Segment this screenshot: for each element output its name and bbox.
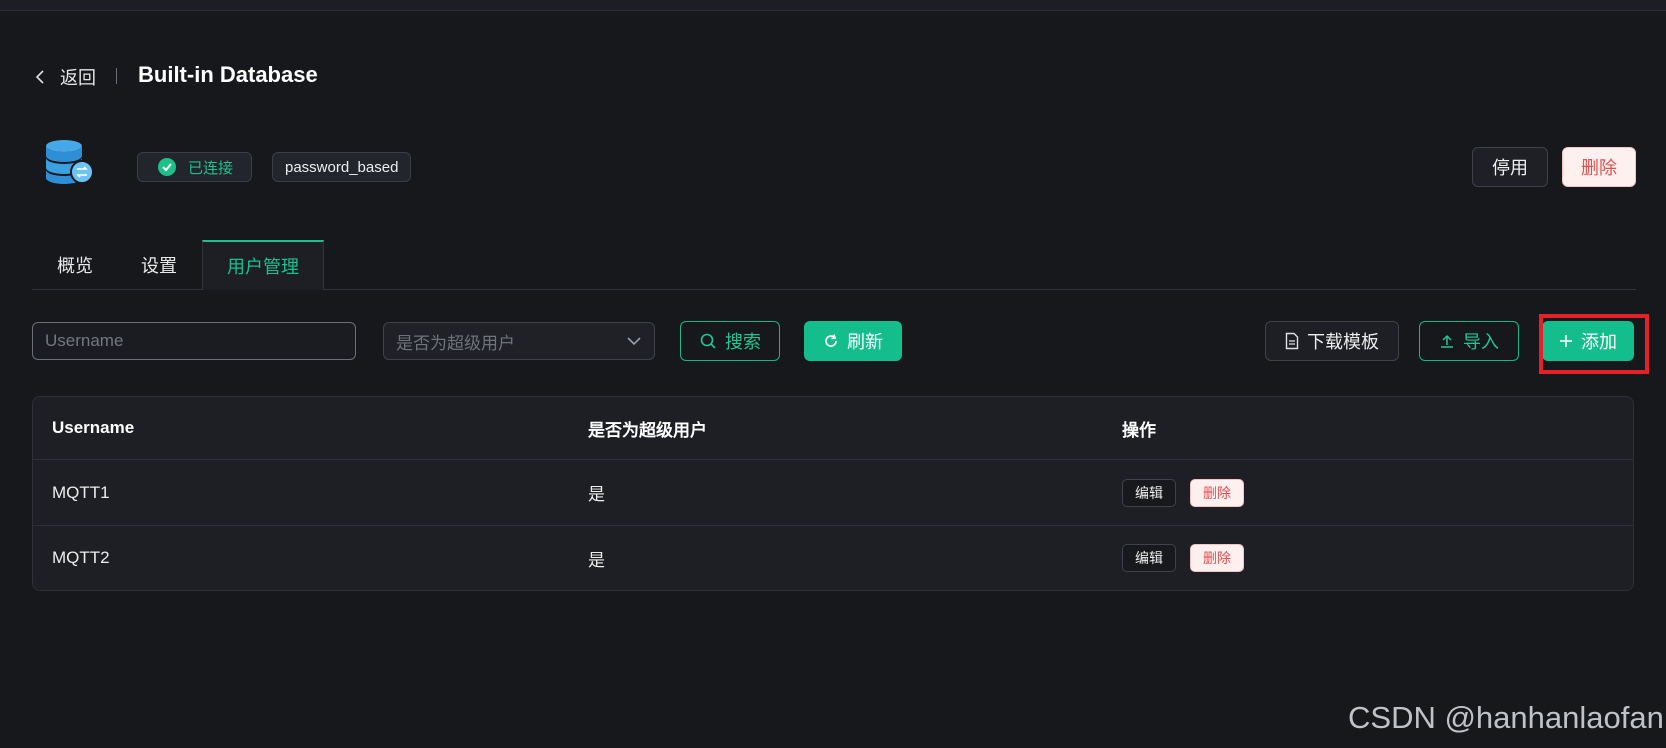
superuser-select[interactable]: 是否为超级用户: [383, 322, 655, 360]
refresh-button[interactable]: 刷新: [804, 321, 902, 361]
column-header-username: Username: [52, 418, 135, 437]
superuser-cell: 是: [588, 485, 605, 504]
upload-icon: [1441, 334, 1453, 348]
tab-settings[interactable]: 设置: [126, 240, 192, 290]
database-icon: [46, 140, 94, 184]
search-icon: [700, 333, 716, 349]
mechanism-badge: password_based: [272, 152, 412, 182]
back-label: 返回: [60, 68, 96, 88]
import-label: 导入: [1463, 332, 1499, 352]
search-button[interactable]: 搜索: [680, 321, 780, 361]
check-circle-icon: [158, 158, 176, 176]
table-row: MQTT1 是 编辑 删除: [33, 460, 1633, 526]
row-delete-button[interactable]: 删除: [1190, 478, 1244, 507]
chevron-down-icon: [627, 337, 641, 346]
actions-cell: 编辑 删除: [1122, 460, 1244, 525]
highlight-box: [1539, 314, 1649, 374]
username-search-input[interactable]: [32, 322, 356, 360]
refresh-label: 刷新: [847, 332, 883, 352]
column-header-actions: 操作: [1122, 420, 1156, 440]
username-cell: MQTT2: [52, 548, 110, 567]
disable-button[interactable]: 停用: [1472, 147, 1548, 187]
watermark: CSDN @hanhanlaofan: [1348, 700, 1664, 735]
download-template-button[interactable]: 下载模板: [1265, 321, 1399, 361]
document-icon: [1285, 332, 1299, 350]
tab-user-management[interactable]: 用户管理: [202, 240, 324, 290]
download-template-label: 下载模板: [1307, 332, 1379, 352]
delete-button[interactable]: 删除: [1562, 147, 1636, 187]
status-label: 已连接: [188, 159, 234, 177]
users-table: Username 是否为超级用户 操作 MQTT1 是 编辑 删除 MQTT2 …: [32, 396, 1634, 591]
chevron-left-icon: [35, 70, 44, 84]
refresh-icon: [825, 334, 837, 347]
page-title: Built-in Database: [138, 62, 318, 87]
tab-overview[interactable]: 概览: [40, 240, 110, 290]
edit-button[interactable]: 编辑: [1122, 544, 1176, 572]
import-button[interactable]: 导入: [1419, 321, 1519, 361]
table-row: MQTT2 是 编辑 删除: [33, 526, 1633, 590]
back-button[interactable]: 返回: [34, 64, 96, 90]
column-header-superuser: 是否为超级用户: [588, 420, 707, 440]
header-divider: [116, 68, 117, 84]
row-delete-button[interactable]: 删除: [1190, 544, 1244, 572]
actions-cell: 编辑 删除: [1122, 526, 1244, 590]
username-cell: MQTT1: [52, 482, 110, 502]
connection-status-badge: 已连接: [137, 152, 253, 182]
table-header-row: Username 是否为超级用户 操作: [33, 397, 1633, 460]
top-bar: [0, 0, 1666, 11]
edit-button[interactable]: 编辑: [1122, 478, 1176, 507]
superuser-select-placeholder: 是否为超级用户: [396, 333, 515, 353]
search-label: 搜索: [725, 332, 761, 352]
superuser-cell: 是: [588, 550, 605, 570]
